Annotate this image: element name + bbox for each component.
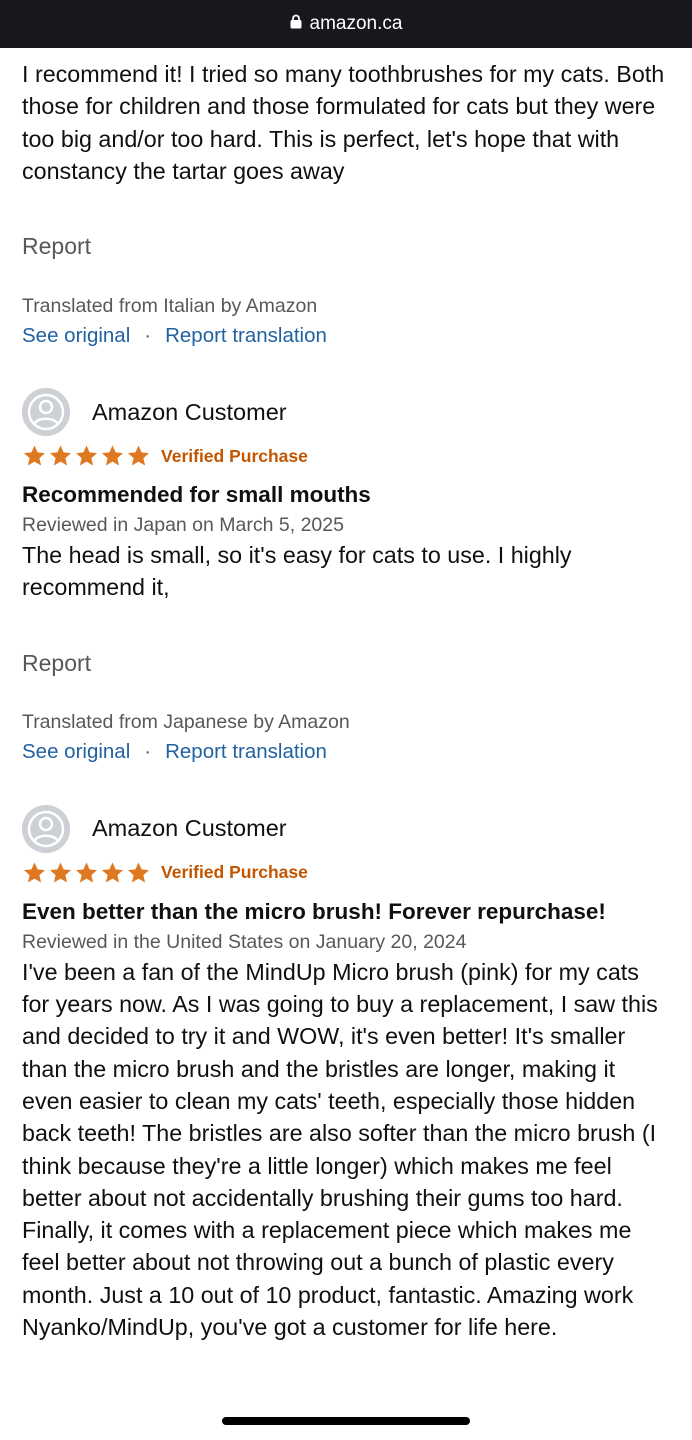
separator-dot: · [144,739,152,763]
report-link[interactable]: Report [22,233,672,260]
report-link[interactable]: Report [22,650,672,677]
url-domain: amazon.ca [309,13,403,34]
report-translation-link[interactable]: Report translation [165,740,327,763]
star-icon [74,444,99,468]
review-title: Recommended for small mouths [22,482,371,508]
review-card: Amazon Customer Verified Purchase Recomm… [22,388,672,764]
person-icon [22,388,70,436]
star-icon [100,444,125,468]
star-icon [22,861,47,885]
star-icon [22,444,47,468]
home-indicator[interactable] [222,1417,470,1425]
rating-row: Verified Purchase [22,444,672,468]
star-icon [126,444,151,468]
review-date: Reviewed in Japan on March 5, 2025 [22,514,344,537]
person-icon [22,805,70,853]
reviewer-name[interactable]: Amazon Customer [92,399,287,426]
star-icon [48,444,73,468]
reviewer-row: Amazon Customer [22,388,672,437]
verified-purchase-badge: Verified Purchase [161,862,308,883]
rating-row: Verified Purchase [22,861,672,885]
star-rating [22,861,152,885]
review-date: Reviewed in the United States on January… [22,930,467,953]
translation-note: Translated from Italian by Amazon [22,295,318,318]
see-original-link[interactable]: See original [22,324,130,347]
translation-links: See original · Report translation [22,740,672,764]
report-translation-link[interactable]: Report translation [165,324,327,347]
see-original-link[interactable]: See original [22,740,130,763]
translation-note: Translated from Japanese by Amazon [22,710,350,733]
avatar[interactable] [22,388,70,437]
reviews-content: I recommend it! I tried so many toothbru… [22,58,672,1343]
review-body: I've been a fan of the MindUp Micro brus… [22,958,658,1341]
separator-dot: · [144,324,152,348]
star-rating [22,444,152,468]
review-body: The head is small, so it's easy for cats… [22,542,572,601]
review-card: Amazon Customer Verified Purchase Even b… [22,804,672,1344]
star-icon [48,861,73,885]
review-title: Even better than the micro brush! Foreve… [22,898,606,924]
review-body: I recommend it! I tried so many toothbru… [22,61,665,184]
lock-icon [290,13,302,35]
reviewer-row: Amazon Customer [22,804,672,853]
reviewer-name[interactable]: Amazon Customer [92,815,287,842]
avatar[interactable] [22,804,70,853]
star-icon [74,861,99,885]
star-icon [100,861,125,885]
verified-purchase-badge: Verified Purchase [161,445,308,466]
browser-url-bar[interactable]: amazon.ca [0,0,692,48]
translation-links: See original · Report translation [22,324,672,348]
star-icon [126,861,151,885]
